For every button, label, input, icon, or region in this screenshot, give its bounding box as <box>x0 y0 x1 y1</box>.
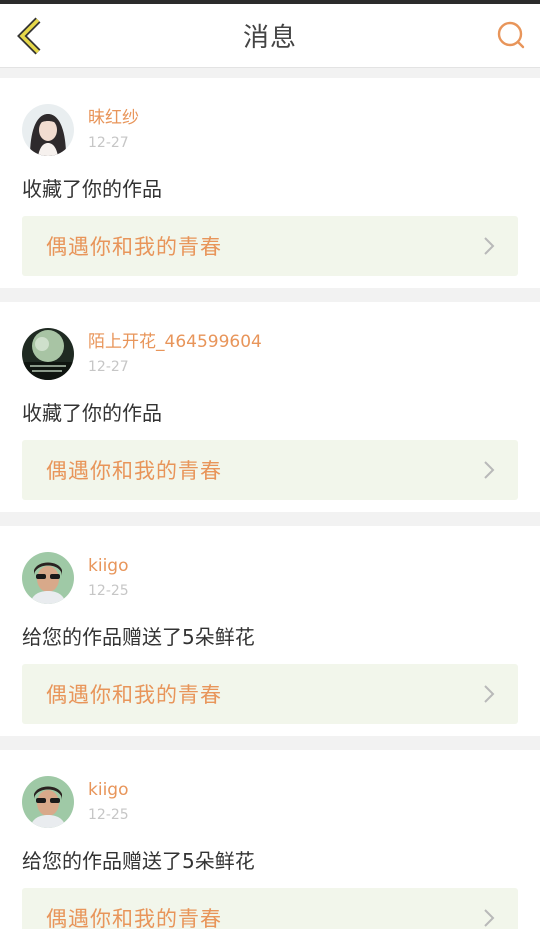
search-button[interactable] <box>494 18 528 52</box>
username[interactable]: 昧红纱 <box>88 106 139 130</box>
message-header: kiigo 12-25 <box>22 776 518 832</box>
work-link-button[interactable]: 偶遇你和我的青春 <box>22 664 518 724</box>
username[interactable]: 陌上开花_464599604 <box>88 330 262 354</box>
avatar-man-icon <box>22 776 74 828</box>
search-icon <box>497 21 525 49</box>
avatar-woman-icon <box>22 104 74 156</box>
username[interactable]: kiigo <box>88 778 129 802</box>
message-header: kiigo 12-25 <box>22 552 518 608</box>
message-card: kiigo 12-25 给您的作品赠送了5朵鲜花 偶遇你和我的青春 <box>0 750 540 929</box>
message-date: 12-27 <box>88 359 129 375</box>
header-bar: 消息 <box>0 4 540 68</box>
message-action-text: 给您的作品赠送了5朵鲜花 <box>22 625 255 649</box>
work-link-button[interactable]: 偶遇你和我的青春 <box>22 216 518 276</box>
message-date: 12-27 <box>88 135 129 151</box>
chevron-left-icon <box>17 17 41 55</box>
message-action-text: 收藏了你的作品 <box>22 177 162 201</box>
message-card: 陌上开花_464599604 12-27 收藏了你的作品 偶遇你和我的青春 <box>0 302 540 512</box>
message-action-text: 收藏了你的作品 <box>22 401 162 425</box>
message-card: kiigo 12-25 给您的作品赠送了5朵鲜花 偶遇你和我的青春 <box>0 526 540 736</box>
message-header: 陌上开花_464599604 12-27 <box>22 328 518 384</box>
work-title: 偶遇你和我的青春 <box>46 459 222 483</box>
work-title: 偶遇你和我的青春 <box>46 683 222 707</box>
page-title: 消息 <box>242 23 297 53</box>
avatar[interactable] <box>22 776 74 828</box>
chevron-right-icon <box>484 685 495 703</box>
work-title: 偶遇你和我的青春 <box>46 235 222 259</box>
message-card: 昧红纱 12-27 收藏了你的作品 偶遇你和我的青春 <box>0 78 540 288</box>
work-link-button[interactable]: 偶遇你和我的青春 <box>22 440 518 500</box>
avatar[interactable] <box>22 328 74 380</box>
username[interactable]: kiigo <box>88 554 129 578</box>
chevron-right-icon <box>484 461 495 479</box>
message-header: 昧红纱 12-27 <box>22 104 518 160</box>
message-date: 12-25 <box>88 583 129 599</box>
work-title: 偶遇你和我的青春 <box>46 907 222 929</box>
work-link-button[interactable]: 偶遇你和我的青春 <box>22 888 518 929</box>
message-date: 12-25 <box>88 807 129 823</box>
back-button[interactable] <box>10 16 50 56</box>
message-action-text: 给您的作品赠送了5朵鲜花 <box>22 849 255 873</box>
avatar[interactable] <box>22 552 74 604</box>
avatar-man-icon <box>22 552 74 604</box>
chevron-right-icon <box>484 909 495 927</box>
avatar[interactable] <box>22 104 74 156</box>
chevron-right-icon <box>484 237 495 255</box>
avatar-green-icon <box>22 328 74 380</box>
message-list: 昧红纱 12-27 收藏了你的作品 偶遇你和我的青春 陌上开花_46459960… <box>0 68 540 929</box>
